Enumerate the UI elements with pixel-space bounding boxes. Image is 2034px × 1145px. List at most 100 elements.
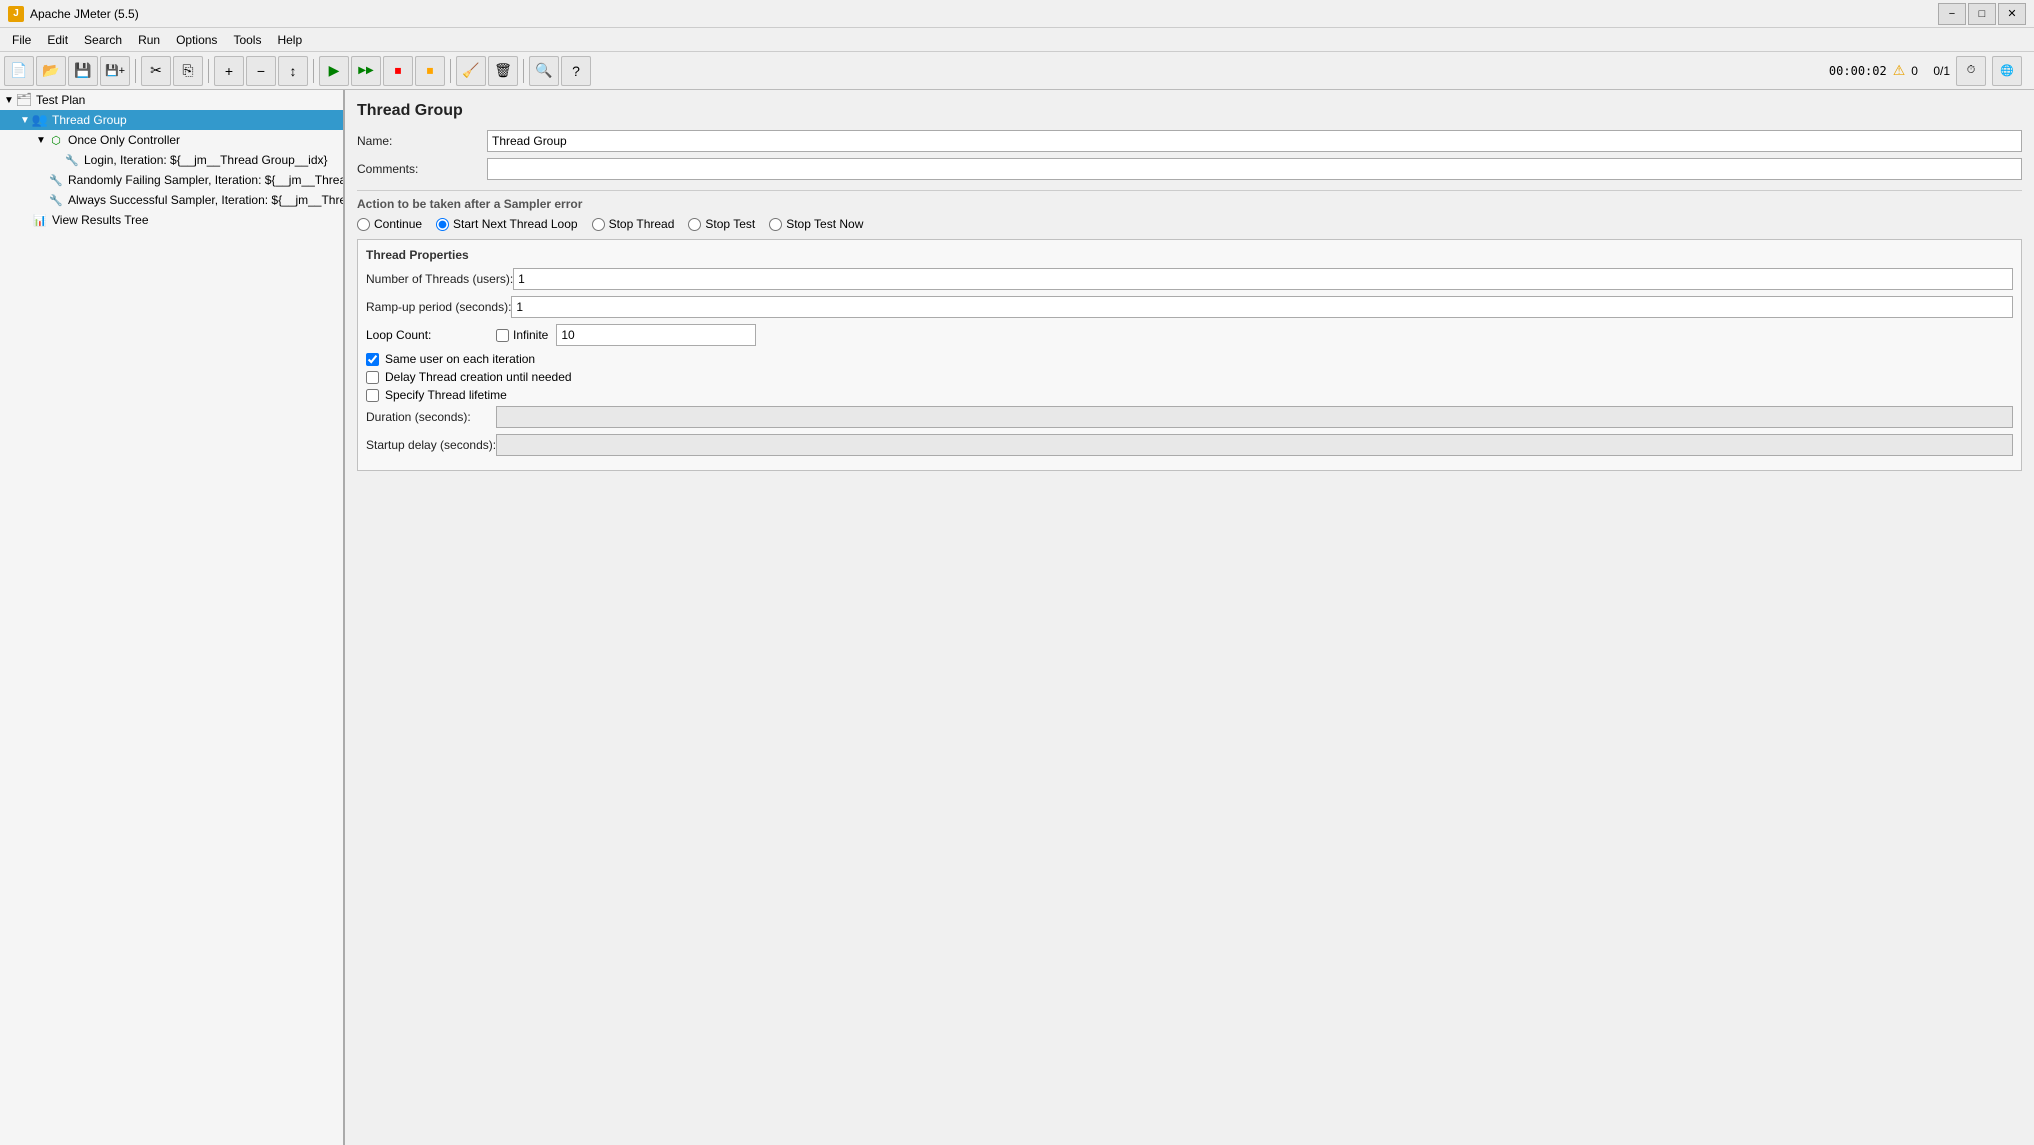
radio-stop-thread[interactable] (592, 218, 605, 231)
tree-label-thread-group: Thread Group (52, 113, 127, 127)
tree-expand-thread-group[interactable]: ▼ (18, 113, 32, 127)
radio-start-next-label[interactable]: Start Next Thread Loop (436, 217, 578, 231)
cut-btn[interactable]: ✂ (141, 56, 171, 86)
delay-thread-label[interactable]: Delay Thread creation until needed (366, 370, 2013, 384)
tree-label-always-successful: Always Successful Sampler, Iteration: ${… (68, 193, 345, 207)
startup-delay-input[interactable] (496, 434, 2013, 456)
clear-all-btn[interactable]: 🗑 (488, 56, 518, 86)
maximize-button[interactable]: □ (1968, 3, 1996, 25)
radio-stop-test[interactable] (688, 218, 701, 231)
name-input[interactable] (487, 130, 2022, 152)
running-icon[interactable]: ⏱ (1956, 56, 1986, 86)
stop-btn[interactable]: ⏹ (383, 56, 413, 86)
title-bar-left: J Apache JMeter (5.5) (8, 6, 139, 22)
error-count: 0 (1911, 64, 1918, 78)
tree-node-always-successful[interactable]: 🔧 Always Successful Sampler, Iteration: … (0, 190, 343, 210)
radio-stop-test-now-label[interactable]: Stop Test Now (769, 217, 863, 231)
tree-expand-randomly-failing[interactable] (34, 173, 48, 187)
radio-continue-text: Continue (374, 217, 422, 231)
radio-continue[interactable] (357, 218, 370, 231)
thread-group-icon: 👥 (32, 112, 48, 128)
startup-delay-row: Startup delay (seconds): (366, 434, 2013, 456)
status-separator (1924, 64, 1927, 78)
minimize-button[interactable]: − (1938, 3, 1966, 25)
start-btn[interactable]: ▶ (319, 56, 349, 86)
radio-stop-test-label[interactable]: Stop Test (688, 217, 755, 231)
start-no-pauses-btn[interactable]: ▶▶ (351, 56, 381, 86)
toolbar-sep-5 (523, 59, 524, 83)
radio-start-next[interactable] (436, 218, 449, 231)
tree-node-view-results[interactable]: 📊 View Results Tree (0, 210, 343, 230)
infinite-label[interactable]: Infinite (496, 328, 548, 342)
clear-btn[interactable]: 🧹 (456, 56, 486, 86)
tree-expand-view-results[interactable] (18, 213, 32, 227)
remote-icon[interactable]: 🌐 (1992, 56, 2022, 86)
tree-node-randomly-failing[interactable]: 🔧 Randomly Failing Sampler, Iteration: $… (0, 170, 343, 190)
copy-btn[interactable]: ⎘ (173, 56, 203, 86)
specify-lifetime-checkbox[interactable] (366, 389, 379, 402)
expand-btn[interactable]: + (214, 56, 244, 86)
help-btn[interactable]: ? (561, 56, 591, 86)
sampler-icon-success: 🔧 (48, 192, 64, 208)
tree-label-view-results: View Results Tree (52, 213, 149, 227)
same-user-row: Same user on each iteration (366, 352, 2013, 366)
num-threads-input[interactable] (513, 268, 2013, 290)
infinite-checkbox[interactable] (496, 329, 509, 342)
menu-bar: FileEditSearchRunOptionsToolsHelp (0, 28, 2034, 52)
menu-item-edit[interactable]: Edit (39, 31, 76, 49)
tree-expand-always-successful[interactable] (34, 193, 48, 207)
same-user-label[interactable]: Same user on each iteration (366, 352, 2013, 366)
open-btn[interactable]: 📂 (36, 56, 66, 86)
sampler-icon-random: 🔧 (48, 172, 64, 188)
menu-item-file[interactable]: File (4, 31, 39, 49)
close-button[interactable]: ✕ (1998, 3, 2026, 25)
find-btn[interactable]: 🔍 (529, 56, 559, 86)
delay-thread-checkbox[interactable] (366, 371, 379, 384)
save-all-btn[interactable]: 💾+ (100, 56, 130, 86)
menu-item-run[interactable]: Run (130, 31, 168, 49)
radio-stop-test-now[interactable] (769, 218, 782, 231)
toolbar-sep-1 (135, 59, 136, 83)
specify-lifetime-label[interactable]: Specify Thread lifetime (366, 388, 2013, 402)
ramp-up-input[interactable] (511, 296, 2013, 318)
menu-item-search[interactable]: Search (76, 31, 130, 49)
comments-label: Comments: (357, 162, 487, 176)
radio-continue-label[interactable]: Continue (357, 217, 422, 231)
delay-thread-row: Delay Thread creation until needed (366, 370, 2013, 384)
window-controls: − □ ✕ (1938, 3, 2026, 25)
tree-expand-test-plan[interactable]: ▼ (2, 93, 16, 107)
toolbar-sep-3 (313, 59, 314, 83)
delay-thread-text: Delay Thread creation until needed (385, 370, 572, 384)
action-section-title: Action to be taken after a Sampler error (357, 190, 2022, 211)
name-row: Name: (357, 130, 2022, 152)
loop-count-input[interactable] (556, 324, 756, 346)
tree-node-once-only-controller[interactable]: ▼ ⬡ Once Only Controller (0, 130, 343, 150)
comments-input[interactable] (487, 158, 2022, 180)
duration-row: Duration (seconds): (366, 406, 2013, 428)
tree-node-login-iteration[interactable]: 🔧 Login, Iteration: ${__jm__Thread Group… (0, 150, 343, 170)
shutdown-btn[interactable]: ⏹ (415, 56, 445, 86)
action-group: Continue Start Next Thread Loop Stop Thr… (357, 217, 2022, 231)
title-bar: J Apache JMeter (5.5) − □ ✕ (0, 0, 2034, 28)
radio-stop-test-text: Stop Test (705, 217, 755, 231)
same-user-text: Same user on each iteration (385, 352, 535, 366)
status-ratio: 0/1 (1933, 64, 1950, 78)
radio-start-next-text: Start Next Thread Loop (453, 217, 578, 231)
new-btn[interactable]: 📄 (4, 56, 34, 86)
right-panel: Thread Group Name: Comments: Action to b… (345, 90, 2034, 1145)
radio-stop-thread-label[interactable]: Stop Thread (592, 217, 675, 231)
tree-expand-login[interactable] (50, 153, 64, 167)
ramp-up-label: Ramp-up period (seconds): (366, 300, 511, 314)
tree-node-test-plan[interactable]: ▼ 🗂 Test Plan (0, 90, 343, 110)
tree-node-thread-group[interactable]: ▼ 👥 Thread Group (0, 110, 343, 130)
menu-item-options[interactable]: Options (168, 31, 225, 49)
menu-item-tools[interactable]: Tools (225, 31, 269, 49)
collapse-btn[interactable]: − (246, 56, 276, 86)
save-btn[interactable]: 💾 (68, 56, 98, 86)
tree-expand-once-only[interactable]: ▼ (34, 133, 48, 147)
duration-input[interactable] (496, 406, 2013, 428)
menu-item-help[interactable]: Help (269, 31, 310, 49)
listener-icon: 📊 (32, 212, 48, 228)
same-user-checkbox[interactable] (366, 353, 379, 366)
toggle-btn[interactable]: ↕ (278, 56, 308, 86)
